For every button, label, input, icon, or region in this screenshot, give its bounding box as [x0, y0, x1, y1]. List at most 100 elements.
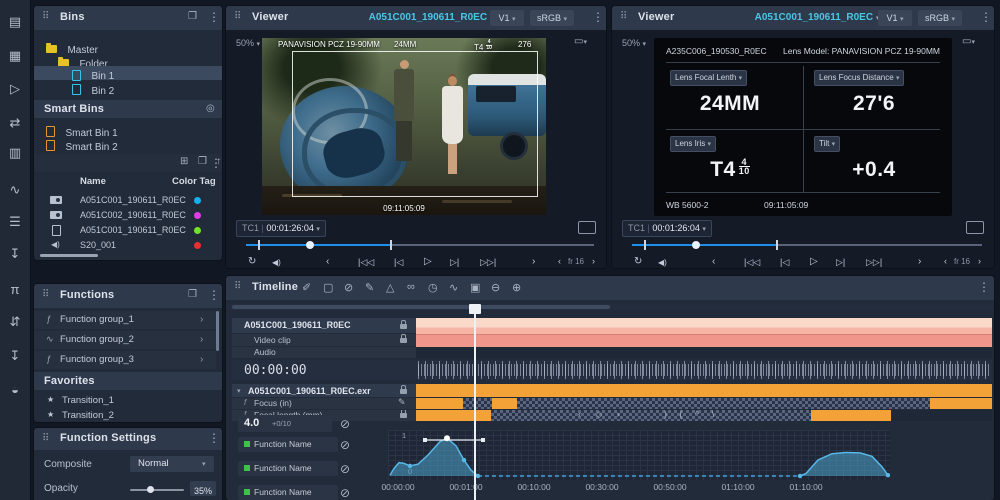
- timeline-scroll-thumb[interactable]: [232, 305, 610, 309]
- link-tool-icon[interactable]: ∞: [407, 281, 415, 293]
- collapse-caret-icon[interactable]: ▾: [237, 387, 241, 395]
- fullscreen-icon[interactable]: [966, 221, 984, 234]
- step-fwd-icon[interactable]: ›: [918, 256, 921, 267]
- step-back-icon[interactable]: ‹: [712, 256, 715, 267]
- bins-rail-icon[interactable]: ▤: [0, 14, 30, 30]
- out-point-marker[interactable]: [390, 240, 392, 250]
- playhead-line[interactable]: [474, 314, 476, 500]
- color-tag-dot[interactable]: [194, 242, 201, 249]
- volume-icon[interactable]: ◀): [658, 258, 667, 267]
- timeline-menu-icon[interactable]: ⋮: [978, 280, 990, 294]
- multicam-rail-icon[interactable]: ▥: [0, 145, 30, 161]
- step-back-icon[interactable]: ‹: [326, 256, 329, 267]
- prev-frame-icon[interactable]: |◁: [780, 257, 789, 268]
- snap-tool-icon[interactable]: ◷: [428, 281, 438, 294]
- smart-bin-2[interactable]: Smart Bin 2: [46, 137, 118, 155]
- pen-icon[interactable]: ✎: [398, 398, 406, 408]
- viewer-menu-icon[interactable]: ⋮: [980, 10, 992, 24]
- play-icon[interactable]: ▷: [810, 256, 818, 267]
- zoom-in-icon[interactable]: ⊕: [512, 281, 521, 294]
- layer-select-button[interactable]: V1 ▾: [878, 10, 912, 26]
- field-select-tilt[interactable]: Tilt ▾: [814, 136, 840, 152]
- vertical-scrollbar[interactable]: [216, 311, 219, 351]
- ramp-tool-icon[interactable]: ∿: [449, 281, 458, 294]
- keyframe-curve-graph[interactable]: 1 0: [388, 430, 890, 480]
- keyframe-nav-controls[interactable]: ‹ ◇ ›: [578, 409, 626, 420]
- step-fwd-icon[interactable]: ›: [532, 256, 535, 267]
- frame-step-inc-icon[interactable]: ›: [592, 256, 595, 266]
- field-select-focus-distance[interactable]: Lens Focus Distance ▾: [814, 70, 904, 86]
- panel-expand-icon[interactable]: ❐: [188, 11, 197, 22]
- next-frame-icon[interactable]: ▷|: [450, 257, 459, 268]
- opacity-slider-handle[interactable]: [147, 486, 154, 493]
- function-group-row[interactable]: ƒ Function group_3 ›: [34, 351, 216, 369]
- lock-icon[interactable]: [400, 413, 407, 418]
- keyframe-segment-mixed[interactable]: [491, 410, 811, 421]
- drag-handle-icon[interactable]: ⠿: [620, 11, 627, 22]
- marquee-tool-icon[interactable]: ▢: [323, 281, 333, 294]
- drag-handle-icon[interactable]: ⠿: [234, 281, 241, 292]
- audio-waveform-ruler[interactable]: [416, 360, 992, 380]
- tree-item-bin1-selected[interactable]: Bin 1: [34, 66, 222, 80]
- function-row[interactable]: Function Name: [238, 485, 338, 500]
- video-sub-clip-bar[interactable]: [416, 334, 992, 347]
- export-rail-icon[interactable]: ↧: [0, 348, 30, 364]
- exr-clip-bar[interactable]: [416, 384, 992, 397]
- audio-track-area[interactable]: [416, 347, 992, 358]
- colorspace-button[interactable]: sRGB ▾: [530, 10, 574, 26]
- keyframe-segment-mixed[interactable]: [463, 398, 492, 409]
- viewer-menu-icon[interactable]: ⋮: [592, 10, 604, 24]
- color-tag-dot[interactable]: [194, 197, 201, 204]
- keyframe-segment[interactable]: [811, 410, 891, 421]
- drag-handle-icon[interactable]: ⠿: [42, 433, 49, 444]
- colorspace-button[interactable]: sRGB ▾: [918, 10, 962, 26]
- favorite-row[interactable]: ★ Transition_1: [34, 394, 222, 409]
- scrub-bar[interactable]: [632, 244, 982, 246]
- field-select-iris[interactable]: Lens Iris ▾: [670, 136, 716, 152]
- add-clip-icon[interactable]: ⊞: [180, 156, 188, 167]
- bypass-icon[interactable]: ⊘: [340, 417, 350, 431]
- lock-icon[interactable]: [400, 324, 407, 329]
- clip-row[interactable]: ◀) S20_001: [34, 238, 222, 253]
- display-mode-icon[interactable]: ▭▾: [962, 36, 975, 47]
- keyframe-segment[interactable]: [416, 398, 463, 409]
- pointer-tool-icon[interactable]: ✐: [302, 281, 311, 294]
- curves-rail-icon[interactable]: ∿: [0, 182, 30, 198]
- out-point-marker[interactable]: [776, 240, 778, 250]
- zoom-out-icon[interactable]: ⊖: [491, 281, 500, 294]
- frame-step-dec-icon[interactable]: ‹: [558, 256, 561, 266]
- track-header-exr[interactable]: ▾ A051C001_190611_R0EC.exr: [232, 384, 416, 397]
- color-tag-dot[interactable]: [194, 212, 201, 219]
- clip-row[interactable]: A051C001_190611_R0EC: [34, 193, 222, 208]
- clip-tool-icon[interactable]: ⊘: [344, 281, 353, 294]
- delta-tool-icon[interactable]: △: [386, 281, 394, 294]
- queue-rail-icon[interactable]: ⇵: [0, 314, 30, 330]
- pen-tool-icon[interactable]: ✎: [365, 281, 374, 294]
- in-point-marker[interactable]: [258, 240, 260, 250]
- horizontal-scrollbar[interactable]: [40, 254, 98, 257]
- bypass-icon[interactable]: ⊘: [340, 438, 350, 452]
- functions-menu-icon[interactable]: ⋮: [208, 288, 220, 302]
- track-header-focus[interactable]: f Focus (in) ✎: [232, 398, 416, 409]
- bypass-icon[interactable]: ⊘: [340, 486, 350, 500]
- layer-select-button[interactable]: V1 ▾: [490, 10, 524, 26]
- goto-start-icon[interactable]: |◁◁: [358, 257, 374, 268]
- panel-expand-icon[interactable]: ❐: [188, 289, 197, 300]
- drag-handle-icon[interactable]: ⠿: [234, 11, 241, 22]
- function-row[interactable]: Function Name: [238, 461, 338, 476]
- function-settings-menu-icon[interactable]: ⋮: [208, 431, 220, 445]
- function-group-row[interactable]: ƒ Function group_1 ›: [34, 311, 216, 329]
- keyframe-segment[interactable]: [492, 398, 517, 409]
- keyframe-segment[interactable]: [930, 398, 992, 409]
- curve-shape-controls[interactable]: ) ( ^ \: [664, 409, 719, 419]
- keyframe-segment[interactable]: [416, 410, 491, 421]
- goto-end-icon[interactable]: ▷▷|: [866, 257, 882, 268]
- drag-handle-icon[interactable]: ⠿: [42, 289, 49, 300]
- clip-row[interactable]: A051C002_190611_R0EC: [34, 208, 222, 223]
- playhead-handle[interactable]: [469, 304, 481, 314]
- playhead-knob[interactable]: [692, 241, 700, 249]
- loop-icon[interactable]: ↻: [634, 256, 642, 267]
- shuffle-rail-icon[interactable]: ⇄: [0, 115, 30, 131]
- zoom-level-select[interactable]: 50% ▾: [236, 38, 260, 48]
- color-tag-dot[interactable]: [194, 227, 201, 234]
